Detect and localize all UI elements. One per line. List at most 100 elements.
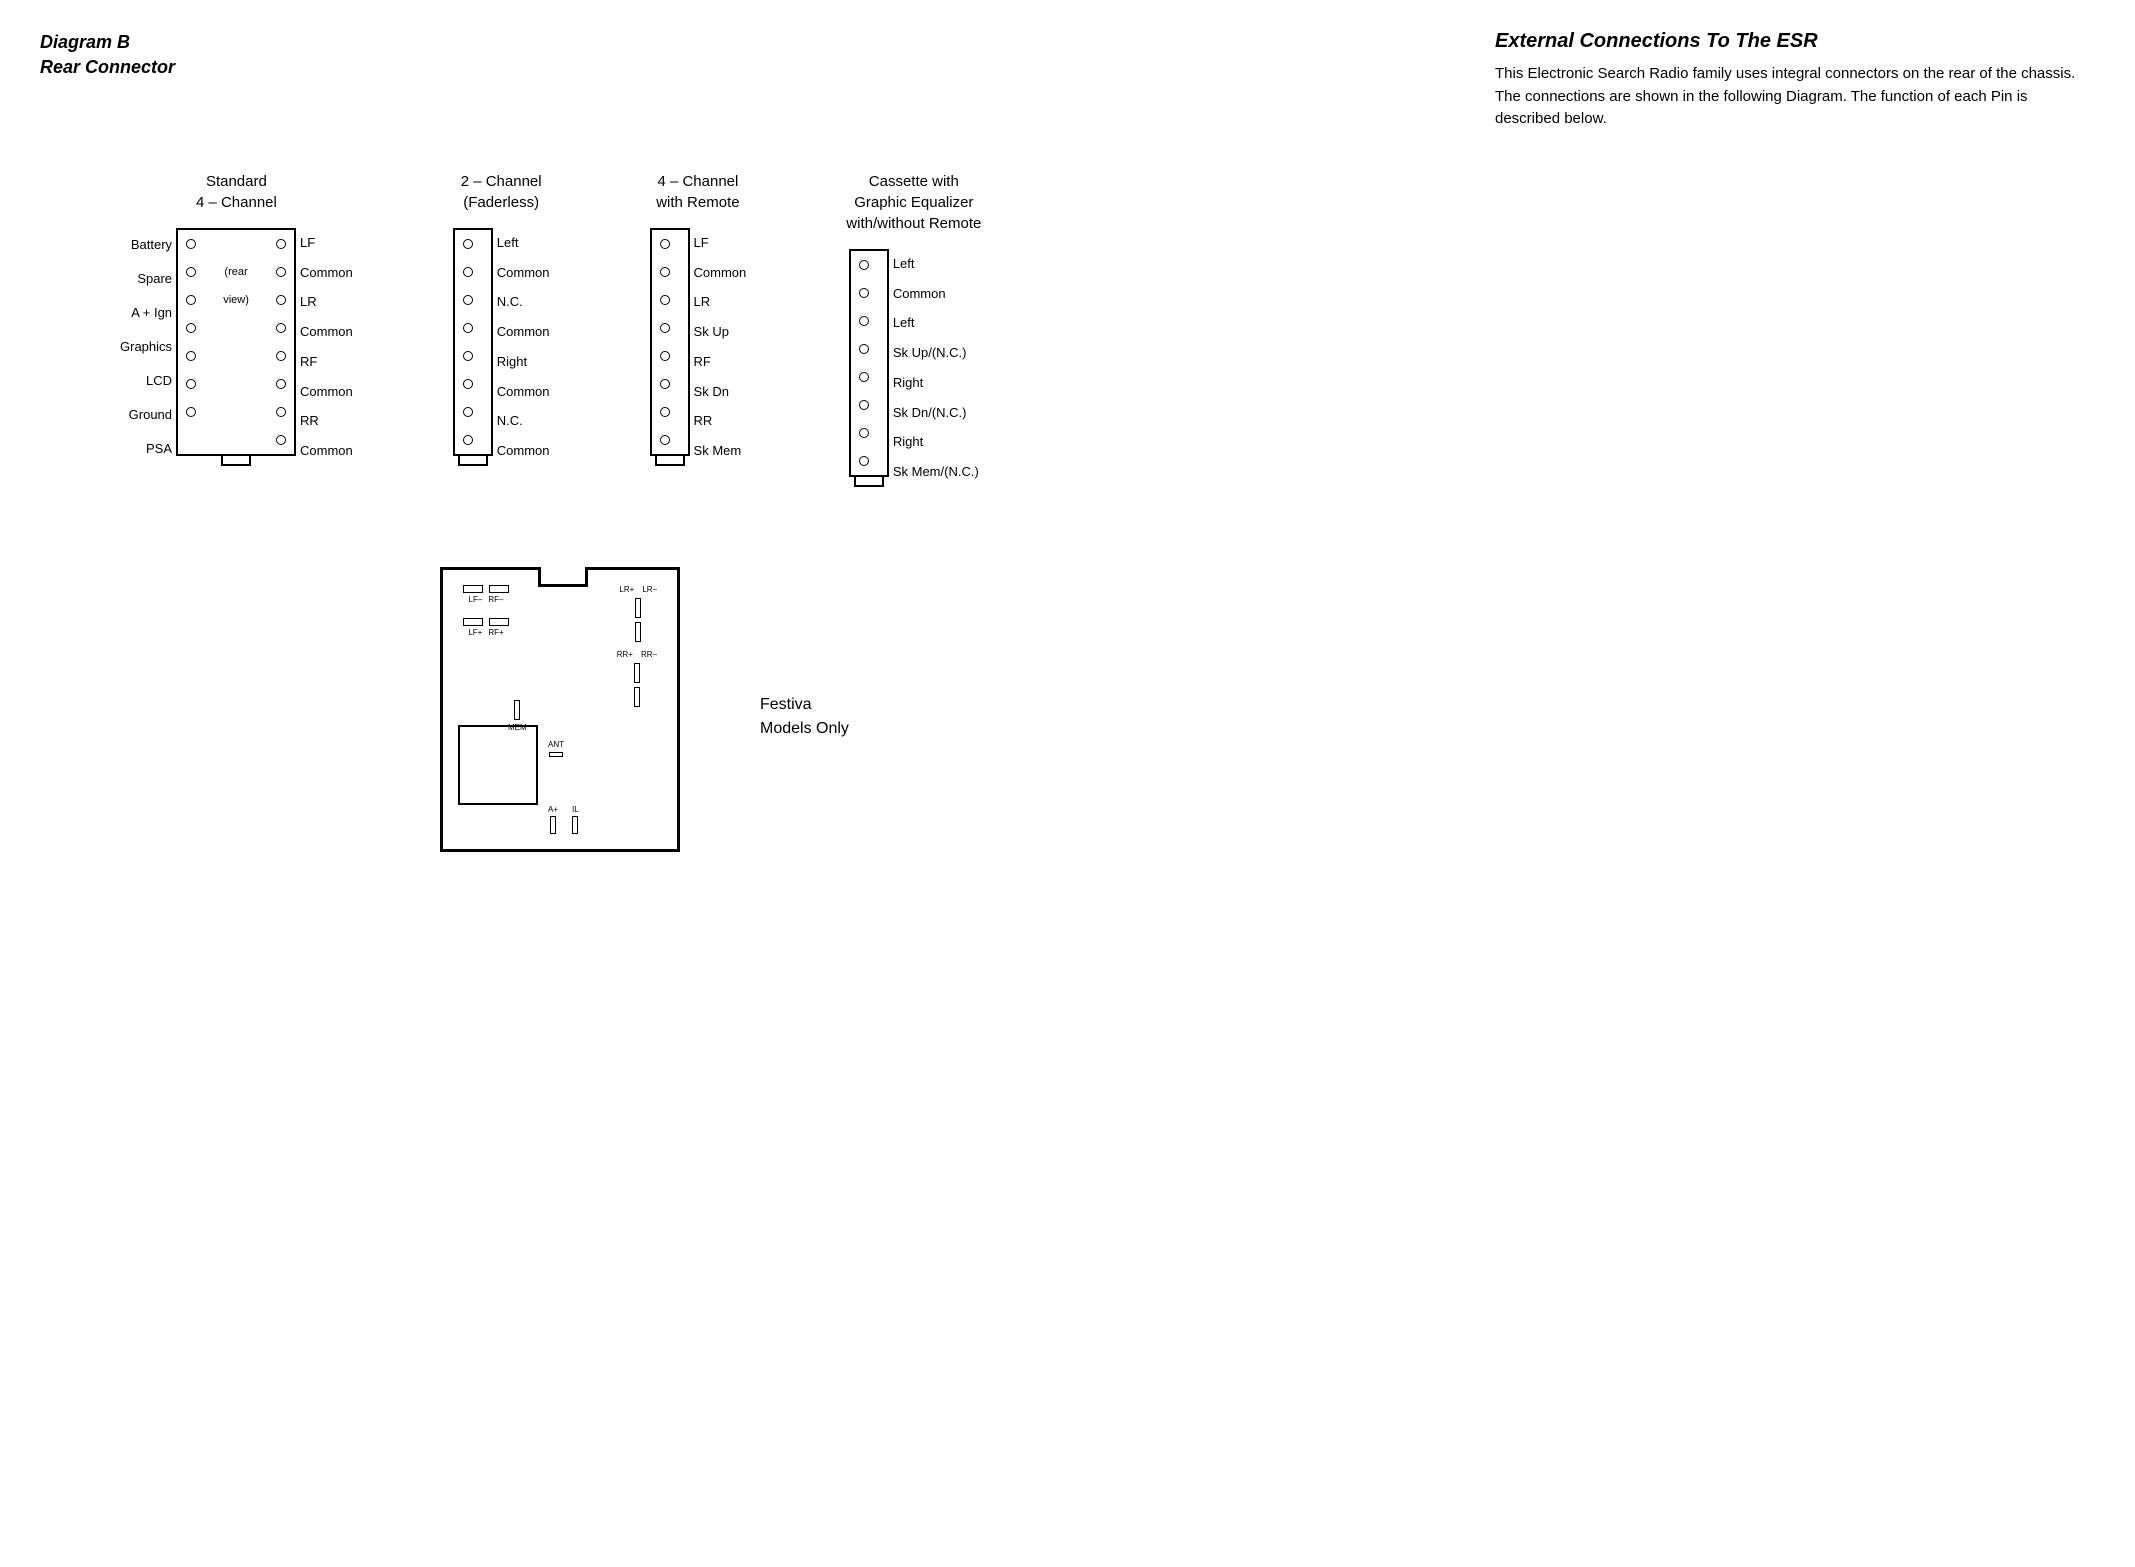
4chr-rlabel-skmem: Sk Mem <box>694 437 742 465</box>
rlabel-common4: Common <box>300 437 353 465</box>
connector-box-4chr <box>650 228 690 456</box>
cass-rlabel-left2: Left <box>893 309 915 337</box>
2ch-pin-3 <box>455 286 491 314</box>
pin-2ch-2 <box>463 267 473 277</box>
pin-2ch-5 <box>463 351 473 361</box>
connector-cass-title: Cassette with Graphic Equalizer with/wit… <box>846 171 981 234</box>
pin-cass-7 <box>859 428 869 438</box>
right-labels-cass: Left Common Left Sk Up/(N.C.) Right Sk D… <box>889 249 979 487</box>
2ch-rlabel-right: Right <box>497 347 527 375</box>
pin-row-3: view) <box>178 286 294 314</box>
festiva-lr-group: LR+ LR– <box>619 585 657 642</box>
connector-4channel-remote: 4 – Channel with Remote LF Commo <box>650 171 747 466</box>
rlabel-common3: Common <box>300 377 353 405</box>
2ch-pin-5 <box>455 342 491 370</box>
pin-row-6 <box>178 370 294 398</box>
2ch-rlabel-common1: Common <box>497 258 550 286</box>
pin-cass-4 <box>859 344 869 354</box>
pin-cass-8 <box>859 456 869 466</box>
4chr-pin-8 <box>652 426 688 454</box>
rlabel-lr: LR <box>300 288 317 316</box>
rr-minus-label: RR– <box>641 650 657 659</box>
pin-left-3 <box>186 295 196 305</box>
4chr-pin-3 <box>652 286 688 314</box>
label-aign: A + Ign <box>131 299 172 327</box>
pin-row-2: (rear <box>178 258 294 286</box>
pin-cass-6 <box>859 400 869 410</box>
lf-minus-label: LF– <box>469 595 483 604</box>
ant-label: ANT <box>548 740 564 749</box>
label-ground: Ground <box>129 401 172 429</box>
festiva-notch <box>538 567 588 587</box>
pin-2ch-6 <box>463 379 473 389</box>
festiva-plus-labels: LF+ RF+ <box>468 628 503 637</box>
4chr-rlabel-rf: RF <box>694 347 711 375</box>
left-labels-standard: Battery Spare A + Ign Graphics LCD Groun… <box>120 228 176 466</box>
pin-left-2 <box>186 267 196 277</box>
connector-4chr-body: LF Common LR Sk Up RF Sk Dn RR Sk Mem <box>650 228 747 466</box>
cass-pin-4 <box>851 335 887 363</box>
cass-rlabel-left1: Left <box>893 249 915 277</box>
cass-pin-6 <box>851 391 887 419</box>
rf-plus-label: RF+ <box>488 628 503 637</box>
connector-2ch-title: 2 – Channel (Faderless) <box>461 171 542 213</box>
festiva-diagram-wrapper: LF– RF– LF+ RF+ <box>440 567 700 867</box>
header: Diagram B Rear Connector External Connec… <box>40 30 2095 131</box>
right-labels-4chr: LF Common LR Sk Up RF Sk Dn RR Sk Mem <box>690 228 747 466</box>
cass-rlabel-skdn: Sk Dn/(N.C.) <box>893 398 967 426</box>
aplus-label: A+ <box>548 805 558 814</box>
rf-minus-label: RF– <box>488 595 503 604</box>
label-lcd: LCD <box>146 367 172 395</box>
pin-right-1 <box>276 239 286 249</box>
connector-standard: Standard 4 – Channel Battery Spare A + I… <box>120 171 353 466</box>
label-graphics: Graphics <box>120 333 172 361</box>
festiva-lr-plus-vpin <box>635 598 641 618</box>
pin-left-4 <box>186 323 196 333</box>
festiva-bottom-row: A+ IL <box>548 805 579 834</box>
connector-box-cass <box>849 249 889 477</box>
festiva-mem-pin <box>514 700 520 720</box>
lr-minus-label: LR– <box>642 585 657 594</box>
4chr-pin-1 <box>652 230 688 258</box>
festiva-ant-pin <box>549 752 563 757</box>
4chr-pin-6 <box>652 370 688 398</box>
pin-4chr-3 <box>660 295 670 305</box>
pin-right-2 <box>276 267 286 277</box>
rlabel-rr: RR <box>300 407 319 435</box>
cass-rlabel-skmem: Sk Mem/(N.C.) <box>893 458 979 486</box>
festiva-lr-labels: LR+ LR– <box>619 585 657 594</box>
connector-2ch-body: Left Common N.C. Common Right Common N.C… <box>453 228 550 466</box>
festiva-rr-minus-vpin <box>634 687 640 707</box>
lr-plus-label: LR+ <box>619 585 634 594</box>
rr-plus-label: RR+ <box>617 650 633 659</box>
cass-pin-1 <box>851 251 887 279</box>
pin-2ch-8 <box>463 435 473 445</box>
4chr-rlabel-common1: Common <box>694 258 747 286</box>
festiva-main-box: LF– RF– LF+ RF+ <box>440 567 680 852</box>
2ch-pin-7 <box>455 398 491 426</box>
4chr-rlabel-skup: Sk Up <box>694 318 729 346</box>
festiva-rf-minus-pin <box>489 585 509 593</box>
2ch-pin-6 <box>455 370 491 398</box>
festiva-lfplus-group: LF+ RF+ <box>463 618 509 637</box>
festiva-lf-plus-pin <box>463 618 483 626</box>
pin-row-5 <box>178 342 294 370</box>
ext-connections-desc: This Electronic Search Radio family uses… <box>1495 63 2095 131</box>
4chr-rlabel-rr: RR <box>694 407 713 435</box>
pin-2ch-3 <box>463 295 473 305</box>
right-labels-standard: LF Common LR Common RF Common RR Common <box>296 228 353 466</box>
festiva-rf-plus-pin <box>489 618 509 626</box>
4chr-pin-5 <box>652 342 688 370</box>
connectors-section: Standard 4 – Channel Battery Spare A + I… <box>40 171 2095 487</box>
4chr-pin-7 <box>652 398 688 426</box>
cass-pin-5 <box>851 363 887 391</box>
4chr-pin-4 <box>652 314 688 342</box>
pin-left-6 <box>186 379 196 389</box>
pin-2ch-4 <box>463 323 473 333</box>
connector-standard-body: Battery Spare A + Ign Graphics LCD Groun… <box>120 228 353 466</box>
connector-cassette: Cassette with Graphic Equalizer with/wit… <box>846 171 981 487</box>
festiva-lf-group: LF– RF– <box>463 585 509 604</box>
cass-rlabel-skup: Sk Up/(N.C.) <box>893 339 967 367</box>
cass-rlabel-right1: Right <box>893 368 923 396</box>
pin-right-3 <box>276 295 286 305</box>
